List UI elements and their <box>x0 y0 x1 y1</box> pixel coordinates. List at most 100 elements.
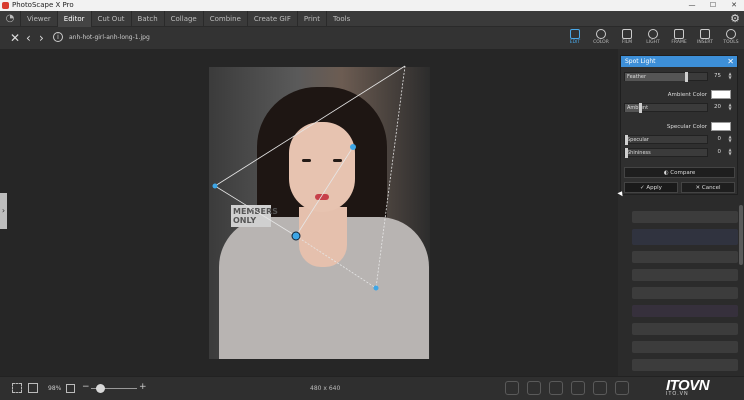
close-icon[interactable]: ✕ <box>727 56 734 67</box>
tools-list-dimmed <box>632 205 738 389</box>
slider-knob[interactable] <box>625 135 628 145</box>
chevron-left-icon[interactable]: ‹ <box>26 31 31 45</box>
spotlight-overlay <box>212 65 406 291</box>
spotlight-guide-line <box>214 185 297 237</box>
watermark-logo: ITOVN ITO.VN <box>666 377 710 397</box>
apply-button[interactable]: ✓ Apply <box>624 182 678 193</box>
cancel-label: Cancel <box>701 185 721 191</box>
ambient-color-swatch[interactable] <box>711 90 731 99</box>
compare-button[interactable]: ◐ Compare <box>624 167 735 178</box>
panel-scrollbar[interactable] <box>739 205 743 265</box>
home-icon[interactable]: ◔ <box>4 13 16 25</box>
zoom-out-button[interactable]: − <box>82 382 90 392</box>
editor-tabs: EDIT COLOR FILM LIGHT FRAME INSERT TOOLS <box>562 27 744 49</box>
film-icon <box>622 29 632 39</box>
spotlight-handle[interactable] <box>212 183 218 189</box>
apply-label: Apply <box>646 185 662 191</box>
zoom-in-button[interactable]: + <box>139 382 147 392</box>
tab-tools[interactable]: TOOLS <box>718 27 744 49</box>
status-bar: 98% − + 480 x 640 <box>0 376 744 400</box>
more-icon[interactable] <box>615 381 629 395</box>
menu-bar: ◔ Viewer Editor Cut Out Batch Collage Co… <box>0 11 744 27</box>
specular-color-label: Specular Color <box>666 124 707 130</box>
tab-frame[interactable]: FRAME <box>666 27 692 49</box>
menu-tools[interactable]: Tools <box>325 11 356 27</box>
menu-print[interactable]: Print <box>296 11 326 27</box>
fit-screen-icon[interactable] <box>66 384 75 393</box>
crop-icon[interactable] <box>12 383 22 393</box>
tab-label: TOOLS <box>723 40 739 45</box>
shininess-stepper[interactable]: ▲ ▼ <box>727 148 733 156</box>
compare-view-icon[interactable] <box>28 383 38 393</box>
title-bar: PhotoScape X Pro — ☐ ✕ <box>0 0 744 11</box>
zoom-slider-knob[interactable] <box>96 384 105 393</box>
menu-cut-out[interactable]: Cut Out <box>90 11 131 27</box>
undo-icon[interactable] <box>505 381 519 395</box>
frame-icon <box>674 29 684 39</box>
minimize-button[interactable]: — <box>682 0 702 11</box>
cancel-button[interactable]: ✕ Cancel <box>681 182 735 193</box>
insert-icon <box>700 29 710 39</box>
panel-toggle-handle[interactable]: › <box>0 193 7 229</box>
menu-combine[interactable]: Combine <box>202 11 247 27</box>
tools-icon <box>726 29 736 39</box>
info-icon[interactable]: i <box>53 32 63 42</box>
tab-label: COLOR <box>593 40 609 45</box>
tab-light[interactable]: LIGHT <box>640 27 666 49</box>
tab-insert[interactable]: INSERT <box>692 27 718 49</box>
tab-label: FRAME <box>671 40 687 45</box>
spotlight-guide-line <box>375 65 406 289</box>
shininess-value[interactable]: 0 <box>709 149 722 155</box>
menu-collage[interactable]: Collage <box>163 11 203 27</box>
shininess-slider[interactable]: Shininess <box>624 148 708 158</box>
feather-stepper[interactable]: ▲ ▼ <box>727 72 733 80</box>
menu-viewer[interactable]: Viewer <box>20 11 57 27</box>
spotlight-rotate-handle[interactable] <box>350 144 356 150</box>
zoom-level: 98% <box>48 385 62 392</box>
spotlight-guide-line <box>214 65 406 187</box>
specular-stepper[interactable]: ▲ ▼ <box>727 135 733 143</box>
slider-knob[interactable] <box>625 148 628 158</box>
spotlight-center-handle[interactable] <box>291 231 301 241</box>
menu-batch[interactable]: Batch <box>130 11 164 27</box>
menu-editor[interactable]: Editor <box>56 11 91 27</box>
specular-slider[interactable]: Specular <box>624 135 708 145</box>
revert-icon[interactable] <box>571 381 585 395</box>
maximize-button[interactable]: ☐ <box>703 0 723 11</box>
main-menu: Viewer Editor Cut Out Batch Collage Comb… <box>20 11 356 27</box>
tab-film[interactable]: FILM <box>614 27 640 49</box>
feather-slider[interactable]: Feather <box>624 72 708 82</box>
dialog-title: Spot Light ✕ <box>621 56 737 67</box>
chevron-right-icon[interactable]: › <box>39 31 44 45</box>
tab-color[interactable]: COLOR <box>588 27 614 49</box>
specular-color-swatch[interactable] <box>711 122 731 131</box>
file-name: anh-hot-girl-anh-long-1.jpg <box>69 34 150 41</box>
undo-all-icon[interactable] <box>549 381 563 395</box>
specular-value[interactable]: 0 <box>709 136 722 142</box>
spotlight-guides <box>214 65 406 289</box>
color-icon <box>596 29 606 39</box>
tab-label: INSERT <box>697 40 713 45</box>
redo-icon[interactable] <box>527 381 541 395</box>
menu-create-gif[interactable]: Create GIF <box>246 11 297 27</box>
spotlight-handle[interactable] <box>373 285 379 291</box>
tab-label: LIGHT <box>646 40 660 45</box>
ambient-slider[interactable]: Ambient <box>624 103 708 113</box>
slider-knob[interactable] <box>685 72 688 82</box>
spotlight-dialog: Spot Light ✕ Feather 75 ▲ ▼ Ambient Color… <box>620 55 738 195</box>
ambient-stepper[interactable]: ▲ ▼ <box>727 103 733 111</box>
ambient-value[interactable]: 20 <box>709 104 721 110</box>
close-window-button[interactable]: ✕ <box>724 0 744 11</box>
tab-edit[interactable]: EDIT <box>562 27 588 49</box>
save-icon[interactable] <box>593 381 607 395</box>
canvas-area: MEMBERS ONLY <box>0 49 618 376</box>
app-logo-icon <box>2 2 9 9</box>
specular-label: Specular <box>627 137 649 143</box>
feather-value[interactable]: 75 <box>709 73 721 79</box>
close-icon[interactable]: ✕ <box>10 31 20 45</box>
gear-icon[interactable]: ⚙ <box>730 12 740 25</box>
ambient-label: Ambient <box>627 105 649 111</box>
dialog-title-text: Spot Light <box>625 58 656 65</box>
tab-label: EDIT <box>569 40 581 45</box>
slider-knob[interactable] <box>639 103 642 113</box>
